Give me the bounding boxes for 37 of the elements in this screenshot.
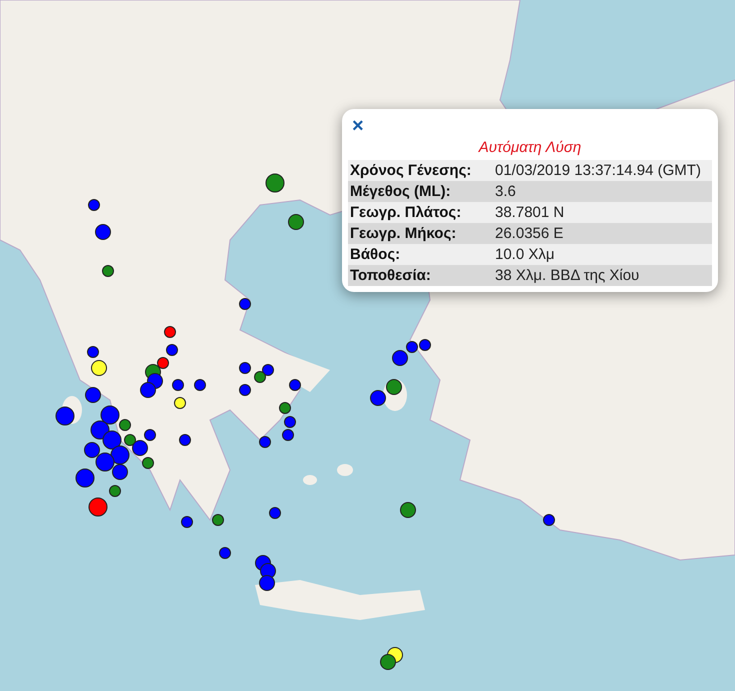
earthquake-marker[interactable] <box>112 464 128 480</box>
earthquake-marker[interactable] <box>76 468 94 488</box>
earthquake-marker[interactable] <box>288 214 304 230</box>
earthquake-marker[interactable] <box>84 442 100 458</box>
close-button[interactable]: × <box>348 117 368 135</box>
earthquake-marker[interactable] <box>266 174 284 192</box>
earthquake-marker[interactable] <box>102 430 122 450</box>
field-label: Γεωγρ. Πλάτος: <box>350 204 462 221</box>
field-label: Γεωγρ. Μήκος: <box>350 225 458 242</box>
field-label: Χρόνος Γένεσης: <box>350 162 472 179</box>
earthquake-marker[interactable] <box>392 350 408 366</box>
earthquake-marker[interactable] <box>110 446 130 464</box>
field-value: 10.0 Χλμ <box>495 246 556 263</box>
field-value: 3.6 <box>495 183 517 200</box>
earthquake-marker[interactable] <box>386 379 402 395</box>
earthquake-marker[interactable] <box>380 654 396 670</box>
earthquake-marker[interactable] <box>370 390 386 406</box>
field-value: 01/03/2019 13:37:14.94 (GMT) <box>495 162 702 179</box>
earthquake-marker[interactable] <box>132 440 148 456</box>
earthquake-marker[interactable] <box>96 452 114 472</box>
field-value: 38 Χλμ. ΒΒΔ της Χίου <box>495 267 640 284</box>
popup-title: Αυτόματη Λύση <box>477 139 582 156</box>
earthquake-marker[interactable] <box>140 382 156 398</box>
field-label: Μέγεθος (ML): <box>350 183 452 200</box>
earthquake-marker[interactable] <box>400 502 416 518</box>
earthquake-marker[interactable] <box>85 387 101 403</box>
earthquake-marker[interactable] <box>56 406 74 426</box>
field-value: 26.0356 E <box>495 225 564 242</box>
field-value: 38.7801 N <box>495 204 566 221</box>
earthquake-marker[interactable] <box>88 498 108 516</box>
field-label: Τοποθεσία: <box>350 267 432 284</box>
earthquake-marker[interactable] <box>100 406 120 424</box>
earthquake-marker[interactable] <box>90 420 110 440</box>
earthquake-marker[interactable] <box>91 360 107 376</box>
earthquake-marker[interactable] <box>95 224 111 240</box>
earthquake-marker[interactable] <box>259 575 275 591</box>
field-label: Βάθος: <box>350 246 402 263</box>
